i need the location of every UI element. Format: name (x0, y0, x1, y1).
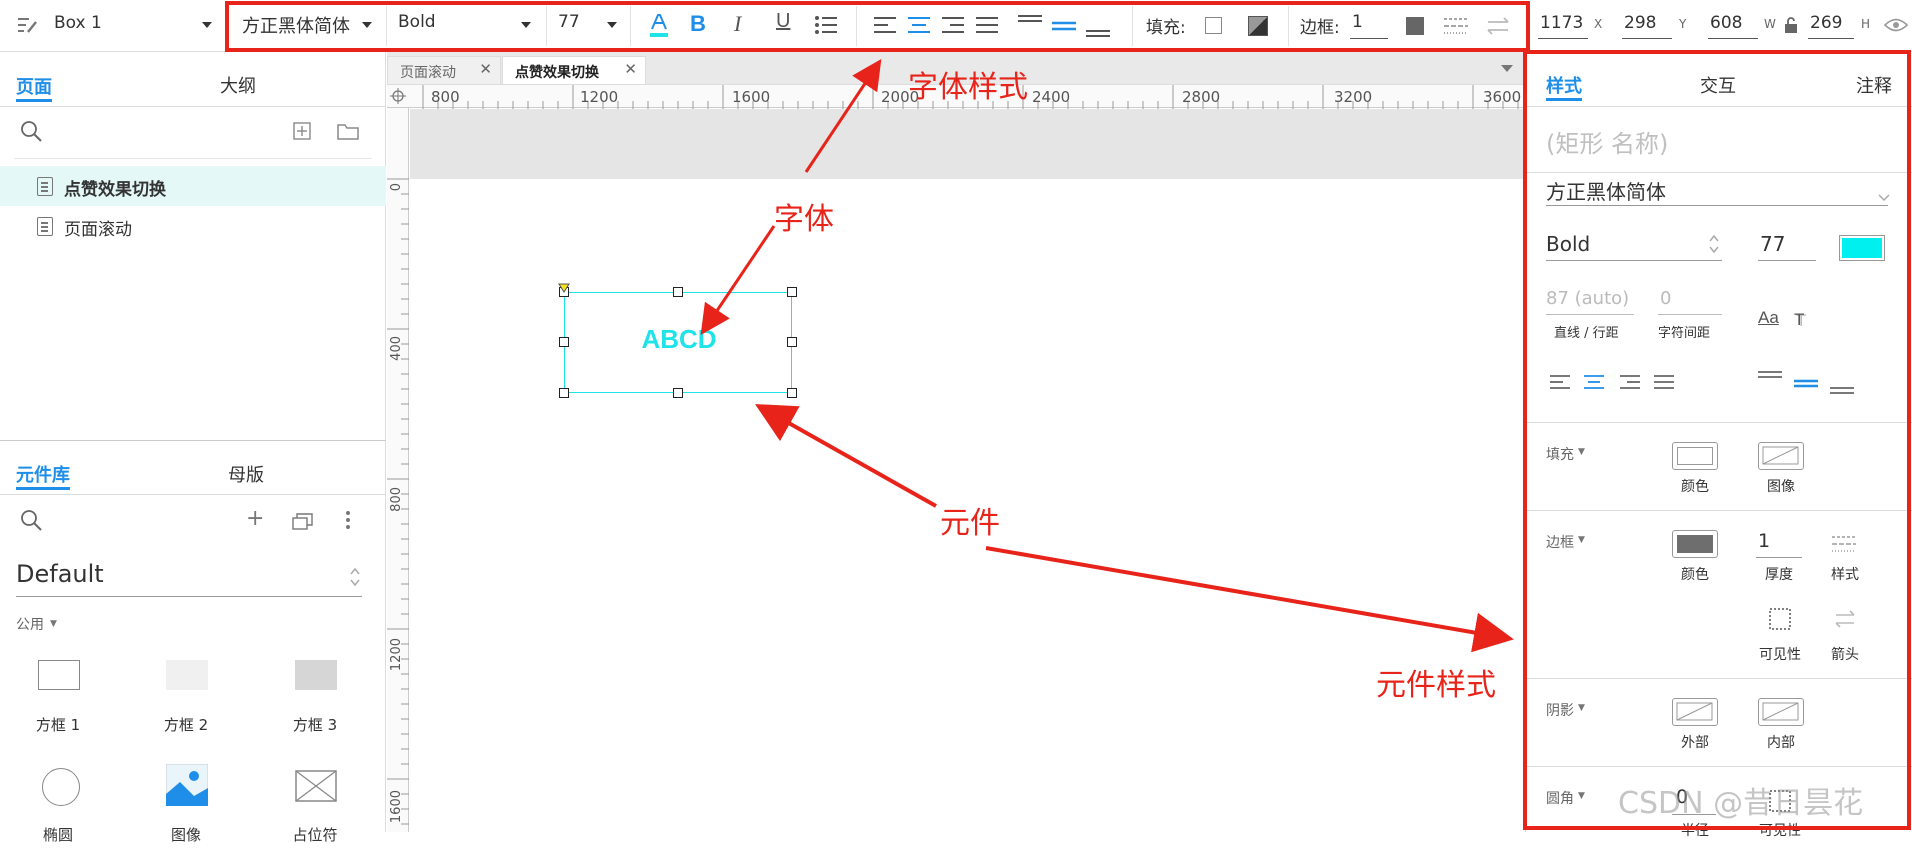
annotation-font-style: 字体样式 (908, 70, 1028, 105)
annotation-widget: 元件 (940, 506, 1000, 541)
annotation-arrows (700, 59, 1514, 653)
arrow-to-shape-text (700, 225, 776, 335)
arrow-to-toolbar (804, 59, 882, 173)
arrow-widget-to-style (985, 546, 1514, 653)
arrow-to-shape (744, 390, 956, 512)
annotation-widget-style: 元件样式 (1376, 668, 1496, 703)
annotation-font: 字体 (774, 202, 834, 237)
csdn-watermark: CSDN @昔日昙花 (1618, 786, 1864, 821)
arrow-widget-to-shape (755, 404, 937, 508)
